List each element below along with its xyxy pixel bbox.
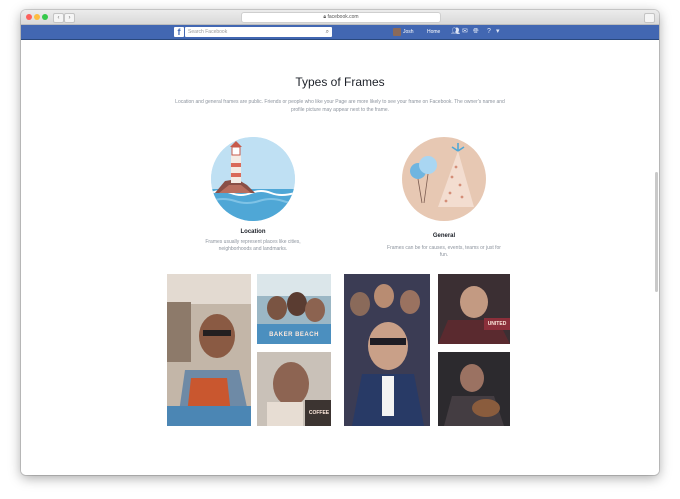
- coffee-frame-text: COFFEE: [308, 410, 330, 416]
- home-link[interactable]: Home: [427, 27, 440, 37]
- intro-text: Location and general frames are public. …: [175, 99, 505, 113]
- location-title: Location: [240, 229, 266, 235]
- photo-guitarist: [438, 352, 510, 426]
- close-window-button[interactable]: [26, 14, 32, 20]
- lock-icon: 🔒︎: [323, 14, 327, 20]
- scrollbar[interactable]: [655, 172, 658, 292]
- messages-icon[interactable]: ✉︎: [462, 27, 468, 37]
- location-illustration: [211, 137, 295, 221]
- user-name: Josh: [403, 29, 414, 35]
- profile-link[interactable]: Josh: [393, 27, 414, 37]
- browser-toolbar: ‹ › 🔒︎ facebook.com: [21, 10, 659, 25]
- search-icon[interactable]: ⌕: [326, 27, 329, 37]
- facebook-top-bar: f Search Facebook ⌕ Josh Home 👥︎ ✉︎ 🌐︎ ?…: [21, 25, 659, 40]
- general-illustration: [402, 137, 486, 221]
- share-button[interactable]: [644, 13, 655, 23]
- united-frame-text: UNITED: [487, 321, 507, 327]
- general-title: General: [432, 233, 456, 239]
- friend-requests-icon[interactable]: 👥︎: [451, 27, 460, 37]
- notifications-icon[interactable]: 🌐︎: [473, 27, 479, 37]
- general-description: Frames can be for causes, events, teams …: [387, 245, 501, 258]
- photo-group-selfie: [344, 274, 430, 426]
- page-content: Types of Frames Location and general fra…: [21, 40, 659, 475]
- page-title: Types of Frames: [295, 75, 385, 89]
- photo-man-selfie: [167, 274, 251, 426]
- account-menu-icon[interactable]: ▾: [496, 27, 500, 37]
- url-text: facebook.com: [327, 14, 359, 20]
- address-bar[interactable]: 🔒︎ facebook.com: [241, 12, 441, 23]
- photo-baker-beach: BAKER BEACH: [257, 274, 331, 344]
- forward-arrow-icon[interactable]: ›: [64, 13, 75, 23]
- back-arrow-icon[interactable]: ‹: [53, 13, 64, 23]
- avatar: [393, 27, 401, 36]
- photo-coffee: COFFEE: [257, 352, 331, 426]
- zoom-window-button[interactable]: [42, 14, 48, 20]
- minimize-window-button[interactable]: [34, 14, 40, 20]
- photo-united: UNITED: [438, 274, 510, 344]
- search-placeholder: Search Facebook: [188, 29, 228, 35]
- facebook-logo[interactable]: f: [174, 27, 184, 37]
- browser-window: ‹ › 🔒︎ facebook.com f Search Facebook ⌕ …: [21, 10, 659, 475]
- help-icon[interactable]: ?: [487, 27, 491, 37]
- baker-beach-frame-text: BAKER BEACH: [269, 332, 319, 338]
- location-description: Frames usually represent places like cit…: [205, 239, 301, 252]
- search-input[interactable]: Search Facebook ⌕: [185, 27, 332, 37]
